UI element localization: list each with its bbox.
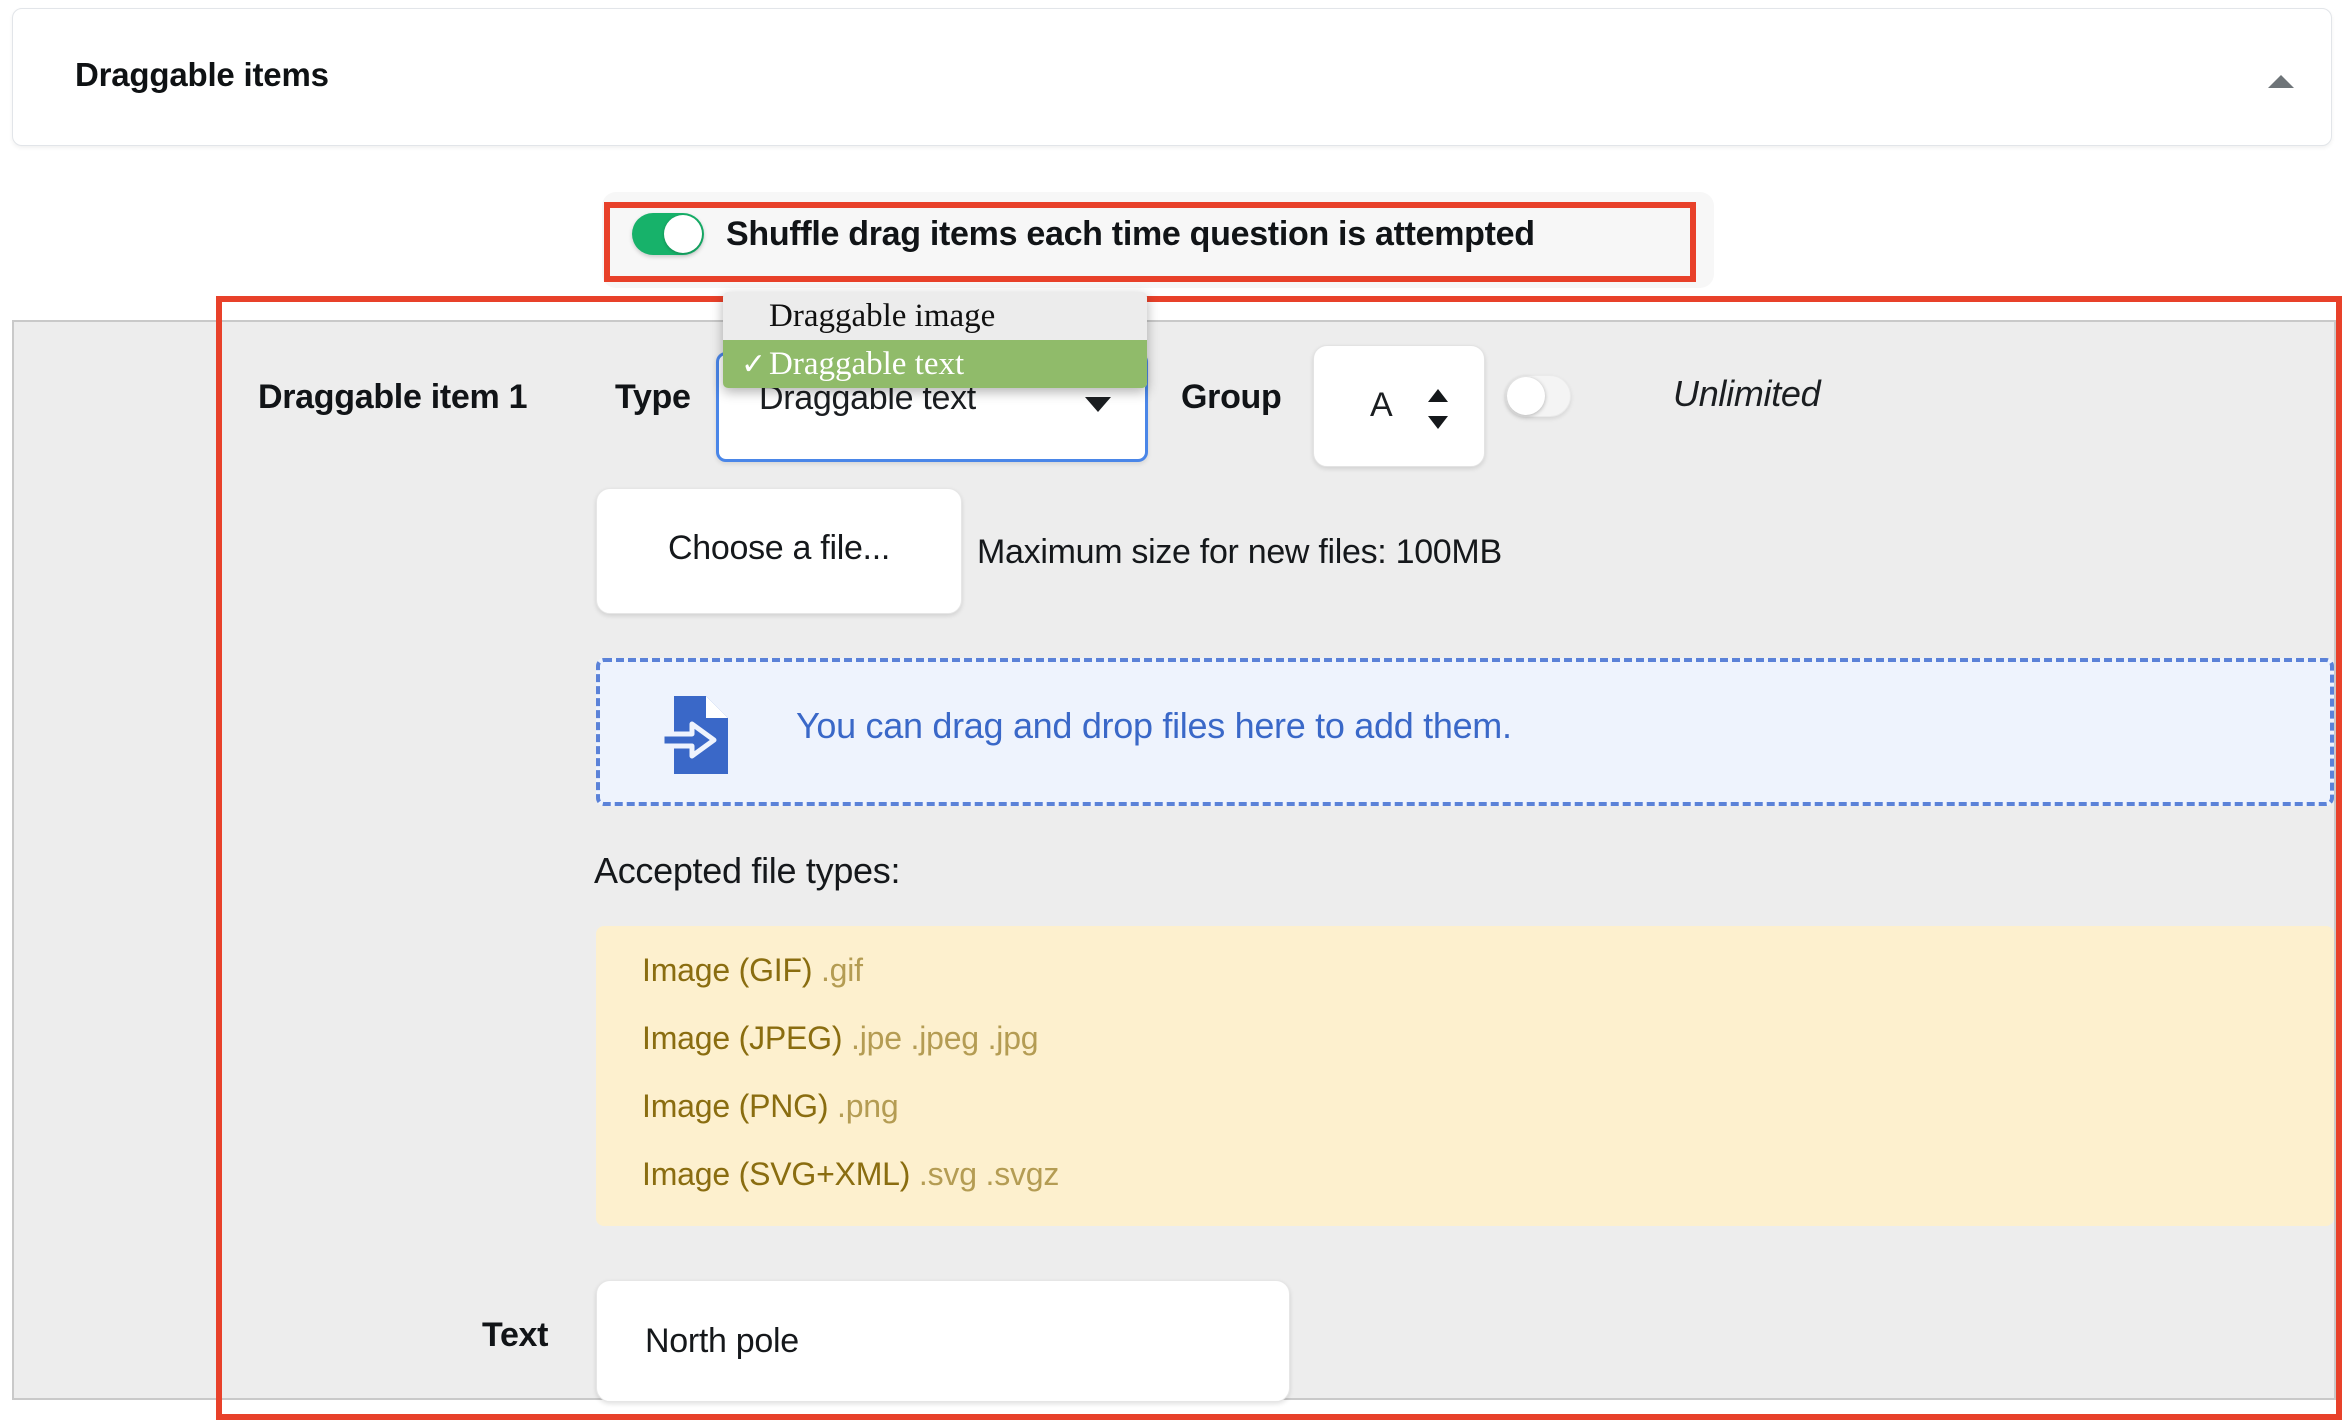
updown-arrows-icon <box>1428 389 1448 429</box>
choose-file-label: Choose a file... <box>668 529 890 567</box>
collapse-section-button[interactable] <box>2259 63 2303 99</box>
text-field-label: Text <box>482 1316 549 1354</box>
file-type-name: Image (SVG+XML) <box>642 1156 911 1192</box>
group-select-value: A <box>1370 386 1393 424</box>
choose-file-button[interactable]: Choose a file... <box>596 488 962 614</box>
file-type-name: Image (JPEG) <box>642 1020 843 1056</box>
caret-up-icon <box>1428 389 1448 402</box>
shuffle-row: Shuffle drag items each time question is… <box>592 192 1714 294</box>
shuffle-toggle[interactable] <box>632 213 704 255</box>
caret-down-icon <box>1428 416 1448 429</box>
max-file-size-text: Maximum size for new files: 100MB <box>977 533 1502 571</box>
dropdown-option-draggable-image[interactable]: Draggable image <box>723 292 1147 340</box>
shuffle-row-background: Shuffle drag items each time question is… <box>602 192 1714 288</box>
type-label: Type <box>615 378 691 416</box>
draggable-items-section-card: Draggable items <box>12 8 2332 146</box>
option-label: Draggable text <box>769 346 965 382</box>
file-dropzone[interactable]: You can drag and drop files here to add … <box>596 658 2334 806</box>
accepted-file-types-heading: Accepted file types: <box>594 850 901 891</box>
accepted-file-types-box: Image (GIF) .gif Image (JPEG) .jpe .jpeg… <box>596 926 2334 1226</box>
file-type-extensions: .jpe .jpeg .jpg <box>851 1020 1039 1056</box>
file-type-name: Image (PNG) <box>642 1088 829 1124</box>
unlimited-toggle[interactable] <box>1505 375 1571 417</box>
dropdown-option-draggable-text[interactable]: ✓Draggable text <box>723 340 1147 388</box>
option-label: Draggable image <box>769 298 996 334</box>
toggle-knob <box>1507 377 1545 415</box>
unlimited-label: Unlimited <box>1673 373 1821 414</box>
file-type-name: Image (GIF) <box>642 952 813 988</box>
file-type-row: Image (GIF) .gif <box>642 952 863 989</box>
file-type-extensions: .png <box>837 1088 899 1124</box>
caret-up-icon <box>2268 75 2294 88</box>
chevron-down-icon <box>1085 397 1111 412</box>
check-icon: ✓ <box>741 348 767 381</box>
file-type-row: Image (JPEG) .jpe .jpeg .jpg <box>642 1020 1039 1057</box>
draggable-item-1-label: Draggable item 1 <box>258 378 528 416</box>
shuffle-label: Shuffle drag items each time question is… <box>726 215 1535 253</box>
file-type-row: Image (PNG) .png <box>642 1088 899 1125</box>
dropzone-label: You can drag and drop files here to add … <box>796 705 1512 746</box>
file-import-icon <box>658 694 736 778</box>
text-input[interactable] <box>596 1280 1290 1402</box>
file-type-extensions: .gif <box>820 952 863 988</box>
file-type-row: Image (SVG+XML) .svg .svgz <box>642 1156 1059 1193</box>
group-select[interactable]: A <box>1313 345 1485 467</box>
type-dropdown-menu[interactable]: Draggable image ✓Draggable text <box>723 292 1147 388</box>
group-label: Group <box>1181 378 1282 416</box>
file-type-extensions: .svg .svgz <box>918 1156 1060 1192</box>
toggle-knob <box>664 215 702 253</box>
draggable-item-panel <box>12 320 2336 1400</box>
page-title: Draggable items <box>75 56 329 93</box>
